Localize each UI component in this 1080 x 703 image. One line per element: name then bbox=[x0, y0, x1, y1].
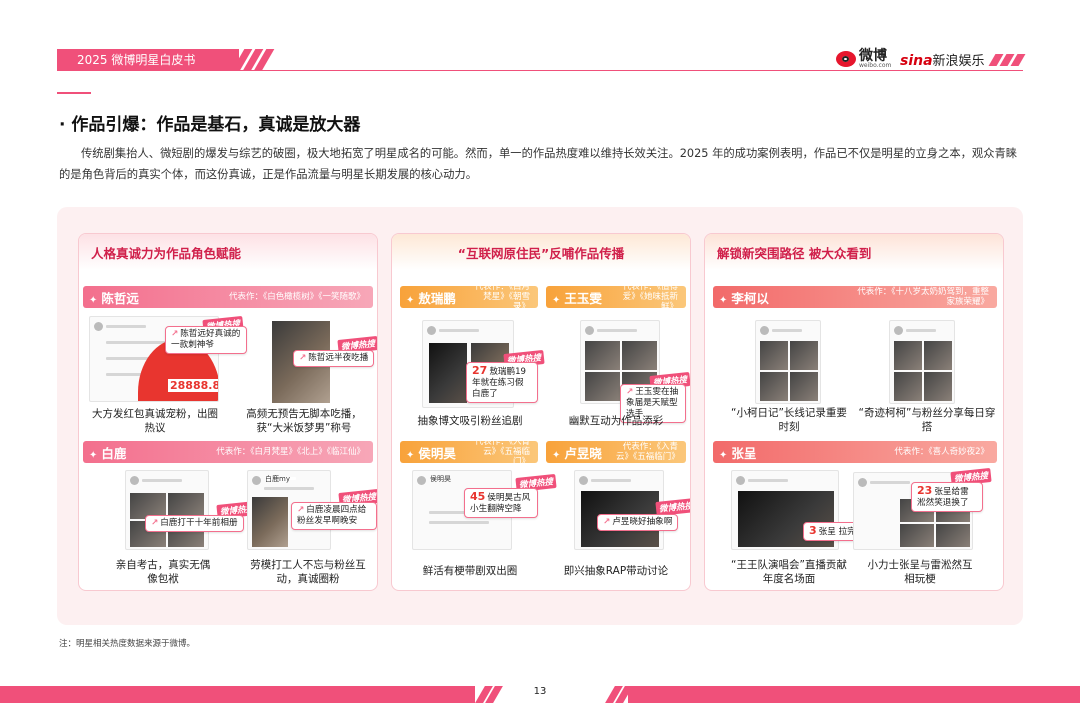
star-bar-zhangcheng: 张呈 代表作：《喜人奇妙夜2》 bbox=[713, 441, 997, 463]
star-bar-chenzheyuan: 陈哲远 代表作：《白色橄榄树》《一笑随歌》 bbox=[83, 286, 373, 308]
star-bar-aoruipeng: 敖瑞鹏 代表作：《白月梵星》《朝雪录》 bbox=[400, 282, 538, 312]
star-name: 敖瑞鹏 bbox=[400, 288, 456, 307]
hot-search-tag: ↗ 白鹿凌晨四点给粉丝发早啊晚安 bbox=[291, 502, 377, 530]
header-divider bbox=[57, 70, 1023, 71]
caption: 小力士张呈与雷淞然互相玩梗 bbox=[867, 559, 973, 585]
caption: “王王队演唱会”直播贡献年度名场面 bbox=[731, 559, 847, 585]
column-title: 人格真诚力为作品角色赋能 bbox=[79, 234, 377, 270]
star-bar-likeyi: 李柯以 代表作：《十八岁太奶奶驾到，重整家族荣耀》 bbox=[713, 286, 997, 308]
caption: 劳模打工人不忘与粉丝互动，真诚圈粉 bbox=[250, 559, 366, 585]
sina-ent-text: 新浪娱乐 bbox=[932, 54, 985, 69]
star-works: 代表作：《十八岁太奶奶驾到，重整家族荣耀》 bbox=[857, 287, 989, 307]
rank-number: 3 bbox=[809, 524, 817, 537]
weibo-logo-text: 微博 bbox=[859, 48, 887, 64]
star-name: 张呈 bbox=[713, 443, 756, 462]
weibo-post-screenshot bbox=[755, 320, 821, 404]
star-name: 王玉雯 bbox=[546, 288, 602, 307]
star-bar-wangyuwen: 王玉雯 代表作：《值得爱》《她味抵新鲜》 bbox=[546, 282, 686, 312]
star-name: 白鹿 bbox=[83, 443, 126, 462]
caption: 大方发红包真诚宠粉，出圈热议 bbox=[92, 408, 218, 434]
star-bar-luyuxiao: 卢昱晓 代表作：《入青云》《五福临门》 bbox=[546, 441, 686, 463]
page-number: 13 bbox=[533, 686, 547, 697]
sina-logo-text: sina bbox=[900, 53, 933, 69]
caption: 亲自考古，真实无偶像包袱 bbox=[115, 559, 211, 585]
caption: 高频无预告无脚本吃播，获“大米饭梦男”称号 bbox=[246, 408, 362, 434]
accent-line bbox=[57, 92, 91, 94]
star-name: 侯明昊 bbox=[400, 443, 456, 462]
footer-band bbox=[628, 686, 1080, 703]
column-new-path: 解锁新突围路径 被大众看到 李柯以 代表作：《十八岁太奶奶驾到，重整家族荣耀》 … bbox=[704, 233, 1004, 591]
hot-search-tag: ↗ 白鹿打干十年前相册 bbox=[145, 515, 244, 532]
header-title: 2025 微博明星白皮书 bbox=[57, 49, 239, 71]
star-name: 卢昱晓 bbox=[546, 443, 602, 462]
tag-text: 陈哲远半夜吃播 bbox=[308, 353, 369, 363]
caption: 幽默互动为作品添彩 bbox=[568, 415, 664, 427]
caption: 即兴抽象RAP带动讨论 bbox=[563, 565, 669, 577]
caption: 抽象博文吸引粉丝追剧 bbox=[417, 415, 523, 427]
post-username: 侯明昊 bbox=[430, 475, 451, 483]
hot-search-tag: ↗ 陈哲远好真诚的一款刺神爷 bbox=[165, 326, 247, 354]
weibo-post-screenshot bbox=[125, 470, 209, 550]
tag-text: 白鹿凌晨四点给粉丝发早啊晚安 bbox=[297, 505, 367, 526]
column-title: “互联网原住民”反哺作品传播 bbox=[392, 234, 690, 270]
hot-search-tag: 23 张呈给雷淞然笑退换了 bbox=[911, 482, 983, 512]
star-name: 陈哲远 bbox=[83, 288, 139, 307]
column-internet-native: “互联网原住民”反哺作品传播 敖瑞鹏 代表作：《白月梵星》《朝雪录》 王玉雯 代… bbox=[391, 233, 691, 591]
weibo-logo: 微博 weibo.com bbox=[836, 48, 891, 70]
tag-text: 陈哲远好真诚的一款刺神爷 bbox=[171, 329, 241, 350]
tag-text: 卢昱晓好抽象啊 bbox=[612, 517, 673, 527]
star-bar-bailu: 白鹿 代表作：《白月梵星》《北上》《临江仙》 bbox=[83, 441, 373, 463]
hot-search-tag: 45 侯明昊古风小生翻牌空降 bbox=[464, 488, 538, 518]
weibo-post-screenshot bbox=[574, 470, 664, 550]
post-username: 白鹿my bbox=[265, 475, 290, 483]
star-works: 代表作：《值得爱》《她味抵新鲜》 bbox=[622, 282, 678, 312]
source-note: 注：明星相关热度数据来源于微博。 bbox=[59, 639, 196, 649]
star-works: 代表作：《喜人奇妙夜2》 bbox=[894, 447, 989, 457]
weibo-eye-icon bbox=[836, 51, 856, 67]
caption: “小柯日记”长线记录重要时刻 bbox=[731, 407, 847, 433]
footer-band bbox=[0, 686, 475, 703]
weibo-post-screenshot bbox=[889, 320, 955, 404]
star-works: 代表作：《入青云》《五福临门》 bbox=[474, 437, 530, 467]
sina-logo: sina新浪娱乐 bbox=[900, 50, 985, 69]
hot-search-tag: ↗ 卢昱晓好抽象啊 bbox=[597, 514, 679, 531]
rank-number: 23 bbox=[917, 484, 933, 497]
redpacket-amount: 28888.88 bbox=[168, 379, 218, 392]
column-persona: 人格真诚力为作品角色赋能 陈哲远 代表作：《白色橄榄树》《一笑随歌》 28888… bbox=[78, 233, 378, 591]
hot-search-tag: ↗ 陈哲远半夜吃播 bbox=[293, 350, 375, 367]
intro-paragraph: 传统剧集抬人、微短剧的爆发与综艺的破圈，极大地拓宽了明星成名的可能。然而，单一的… bbox=[59, 147, 1018, 181]
star-works: 代表作：《白月梵星》《朝雪录》 bbox=[474, 282, 530, 312]
rank-number: 45 bbox=[470, 490, 486, 503]
rank-number: 27 bbox=[472, 364, 488, 377]
section-title: · 作品引爆：作品是基石，真诚是放大器 bbox=[59, 115, 361, 135]
star-works: 代表作：《白色橄榄树》《一笑随歌》 bbox=[228, 292, 365, 302]
caption: 鲜活有梗带剧双出圈 bbox=[422, 565, 518, 577]
star-bar-houminghao: 侯明昊 代表作：《入青云》《五福临门》 bbox=[400, 437, 538, 467]
tag-text: 白鹿打干十年前相册 bbox=[160, 518, 238, 528]
star-works: 代表作：《白月梵星》《北上》《临江仙》 bbox=[216, 447, 365, 457]
star-works: 代表作：《入青云》《五福临门》 bbox=[616, 442, 680, 462]
column-title: 解锁新突围路径 被大众看到 bbox=[705, 234, 1003, 270]
star-name: 李柯以 bbox=[713, 288, 769, 307]
caption: “奇迹柯柯”与粉丝分享每日穿搭 bbox=[858, 407, 996, 433]
hot-search-tag: 27 敖瑞鹏19年就在练习假白鹿了 bbox=[466, 362, 538, 403]
weibo-domain: weibo.com bbox=[859, 62, 892, 69]
